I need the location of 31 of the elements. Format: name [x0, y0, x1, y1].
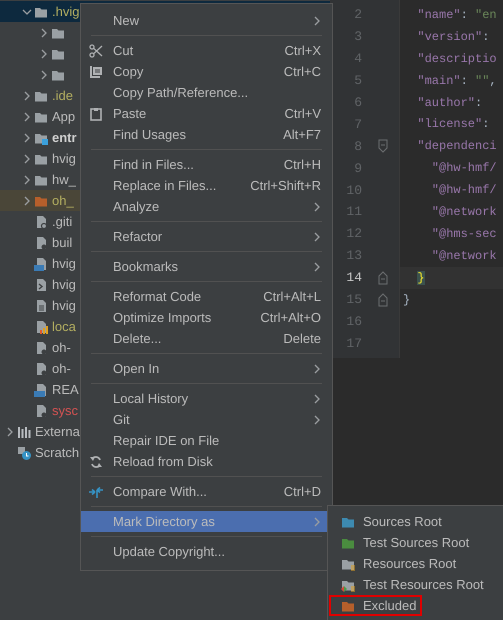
tree-item-label: hvig — [52, 256, 76, 271]
line-number: 14 — [345, 270, 363, 286]
tree-item-label: hvig — [52, 277, 76, 292]
tree-item-label: App — [52, 109, 76, 124]
tree-item-label: oh_ — [52, 193, 74, 208]
tree-item-label: hvig — [52, 298, 76, 313]
tree-item-label: oh- — [52, 340, 71, 355]
tree-item-label: hw_ — [52, 172, 76, 187]
tree-item-label: .hvig — [52, 4, 80, 19]
tree-item-label: .ide — [52, 88, 73, 103]
tree-item-label: buil — [52, 235, 72, 250]
tree-item-label: sysc — [52, 403, 78, 418]
code-line: "@network — [432, 248, 497, 263]
tree-item-label: .giti — [52, 214, 72, 229]
code-line: "@network — [432, 204, 497, 219]
code-line: "@hw-hmf/ — [432, 183, 497, 198]
tree-item-label: entr — [52, 130, 77, 145]
code-line: "author": — [417, 96, 482, 110]
code-line: "main": "", — [417, 74, 497, 88]
code-line: } — [403, 292, 410, 307]
code-line: "descriptio — [417, 52, 497, 66]
tree-item-label: oh- — [52, 361, 71, 376]
code-line: "name": "en — [417, 8, 497, 22]
tree-item-label: hvig — [52, 151, 76, 166]
tree-item-label: REA — [52, 382, 79, 397]
code-line: "version": — [417, 30, 490, 44]
code-line: "@hw-hmf/ — [432, 161, 497, 176]
tree-item-label: loca — [52, 319, 76, 334]
code-line: "dependenci — [417, 139, 497, 154]
code-line: "license": — [417, 117, 490, 132]
code-line: "@hms-sec — [432, 226, 497, 241]
